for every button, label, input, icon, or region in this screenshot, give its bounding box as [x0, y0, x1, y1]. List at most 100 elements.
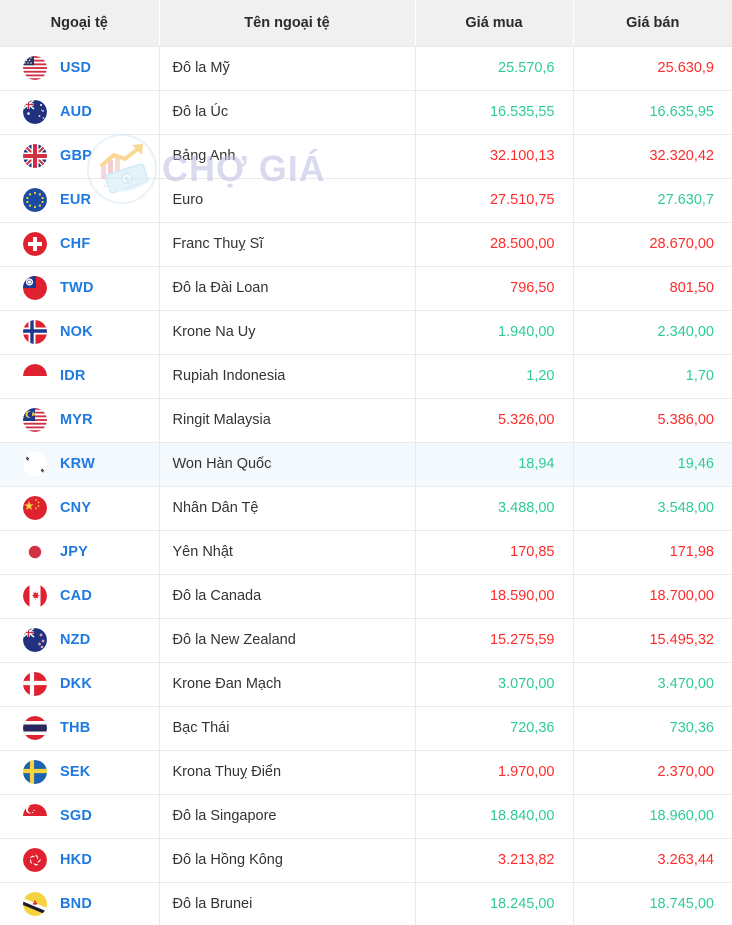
column-header-currency[interactable]: Ngoại tệ — [0, 0, 160, 47]
buy-price-cell: 25.570,6 — [415, 46, 574, 91]
buy-price-cell: 15.275,59 — [415, 618, 574, 663]
flag-kr-icon — [23, 452, 47, 476]
currency-name-cell: Ringit Malaysia — [159, 398, 416, 443]
currency-cell: NOK — [0, 310, 160, 355]
currency-cell: KRW — [0, 442, 160, 487]
currency-name-cell: Yên Nhật — [159, 530, 416, 575]
sell-price-cell: 171,98 — [573, 530, 732, 575]
currency-cell: GBP — [0, 134, 160, 179]
buy-price-cell: 1.940,00 — [415, 310, 574, 355]
buy-price-cell: 1.970,00 — [415, 750, 574, 795]
currency-name-cell: Franc Thuỵ Sĩ — [159, 222, 416, 267]
currency-cell: MYR — [0, 398, 160, 443]
flag-sg-icon — [23, 804, 47, 828]
table-row[interactable]: DKK Krone Đan Mạch 3.070,00 3.470,00 — [0, 662, 732, 707]
table-row[interactable]: HKD Đô la Hồng Kông 3.213,82 3.263,44 — [0, 838, 732, 883]
currency-code: CNY — [60, 500, 92, 516]
table-body: USD Đô la Mỹ 25.570,6 25.630,9 AUD Đô la Úc 1… — [0, 46, 732, 925]
buy-price-cell: 27.510,75 — [415, 178, 574, 223]
currency-name-cell: Krona Thuỵ Điển — [159, 750, 416, 795]
table-row[interactable]: KRW Won Hàn Quốc 18,94 19,46 — [0, 442, 732, 487]
table-row[interactable]: SEK Krona Thuỵ Điển 1.970,00 2.370,00 — [0, 750, 732, 795]
currency-cell: JPY — [0, 530, 160, 575]
buy-price-cell: 18.245,00 — [415, 882, 574, 925]
flag-no-icon — [23, 320, 47, 344]
sell-price-cell: 2.340,00 — [573, 310, 732, 355]
column-header-sell-price[interactable]: Giá bán — [573, 0, 732, 47]
table-row[interactable]: TWD Đô la Đài Loan 796,50 801,50 — [0, 266, 732, 311]
sell-price-cell: 18.745,00 — [573, 882, 732, 925]
table-row[interactable]: USD Đô la Mỹ 25.570,6 25.630,9 — [0, 46, 732, 91]
sell-price-cell: 5.386,00 — [573, 398, 732, 443]
currency-code: EUR — [60, 192, 92, 208]
flag-dk-icon — [23, 672, 47, 696]
table-row[interactable]: CAD Đô la Canada 18.590,00 18.700,00 — [0, 574, 732, 619]
buy-price-cell: 3.488,00 — [415, 486, 574, 531]
currency-cell: BND — [0, 882, 160, 925]
buy-price-cell: 28.500,00 — [415, 222, 574, 267]
buy-price-cell: 5.326,00 — [415, 398, 574, 443]
buy-price-cell: 18,94 — [415, 442, 574, 487]
flag-gb-icon — [23, 144, 47, 168]
sell-price-cell: 28.670,00 — [573, 222, 732, 267]
flag-us-icon — [23, 56, 47, 80]
currency-cell: THB — [0, 706, 160, 751]
currency-code: NZD — [60, 632, 91, 648]
currency-name-cell: Won Hàn Quốc — [159, 442, 416, 487]
sell-price-cell: 730,36 — [573, 706, 732, 751]
currency-name-cell: Đô la New Zealand — [159, 618, 416, 663]
table-row[interactable]: MYR Ringit Malaysia 5.326,00 5.386,00 — [0, 398, 732, 443]
table-header: Ngoại tệ Tên ngoại tệ Giá mua Giá bán — [0, 0, 732, 47]
sell-price-cell: 1,70 — [573, 354, 732, 399]
table-row[interactable]: AUD Đô la Úc 16.535,55 16.635,95 — [0, 90, 732, 135]
sell-price-cell: 27.630,7 — [573, 178, 732, 223]
table-row[interactable]: CHF Franc Thuỵ Sĩ 28.500,00 28.670,00 — [0, 222, 732, 267]
currency-code: BND — [60, 896, 93, 912]
flag-ca-icon — [23, 584, 47, 608]
buy-price-cell: 18.590,00 — [415, 574, 574, 619]
table-row[interactable]: GBP Bảng Anh 32.100,13 32.320,42 — [0, 134, 732, 179]
currency-code: KRW — [60, 456, 95, 472]
currency-name-cell: Đô la Canada — [159, 574, 416, 619]
sell-price-cell: 3.263,44 — [573, 838, 732, 883]
table-row[interactable]: NOK Krone Na Uy 1.940,00 2.340,00 — [0, 310, 732, 355]
currency-cell: AUD — [0, 90, 160, 135]
flag-id-icon — [23, 364, 47, 388]
currency-code: THB — [60, 720, 91, 736]
buy-price-cell: 18.840,00 — [415, 794, 574, 839]
sell-price-cell: 18.700,00 — [573, 574, 732, 619]
flag-eu-icon — [23, 188, 47, 212]
table-row[interactable]: THB Bạc Thái 720,36 730,36 — [0, 706, 732, 751]
currency-name-cell: Đô la Hồng Kông — [159, 838, 416, 883]
currency-code: GBP — [60, 148, 93, 164]
currency-cell: TWD — [0, 266, 160, 311]
currency-name-cell: Krone Na Uy — [159, 310, 416, 355]
currency-cell: DKK — [0, 662, 160, 707]
currency-name-cell: Rupiah Indonesia — [159, 354, 416, 399]
table-row[interactable]: JPY Yên Nhật 170,85 171,98 — [0, 530, 732, 575]
sell-price-cell: 32.320,42 — [573, 134, 732, 179]
currency-cell: NZD — [0, 618, 160, 663]
flag-th-icon — [23, 716, 47, 740]
table-row[interactable]: IDR Rupiah Indonesia 1,20 1,70 — [0, 354, 732, 399]
table-row[interactable]: CNY Nhân Dân Tệ 3.488,00 3.548,00 — [0, 486, 732, 531]
currency-code: CHF — [60, 236, 91, 252]
flag-hk-icon — [23, 848, 47, 872]
table-row[interactable]: EUR Euro 27.510,75 27.630,7 — [0, 178, 732, 223]
currency-name-cell: Đô la Brunei — [159, 882, 416, 925]
currency-name-cell: Đô la Singapore — [159, 794, 416, 839]
currency-code: TWD — [60, 280, 94, 296]
currency-cell: EUR — [0, 178, 160, 223]
currency-code: HKD — [60, 852, 93, 868]
table-row[interactable]: NZD Đô la New Zealand 15.275,59 15.495,32 — [0, 618, 732, 663]
table-row[interactable]: BND Đô la Brunei 18.245,00 18.745,00 — [0, 882, 732, 925]
currency-name-cell: Krone Đan Mạch — [159, 662, 416, 707]
exchange-rate-table: Ngoại tệ Tên ngoại tệ Giá mua Giá bán US… — [0, 0, 732, 925]
currency-code: JPY — [60, 544, 89, 560]
table-row[interactable]: SGD Đô la Singapore 18.840,00 18.960,00 — [0, 794, 732, 839]
flag-ch-icon — [23, 232, 47, 256]
column-header-buy-price[interactable]: Giá mua — [415, 0, 574, 47]
sell-price-cell: 3.470,00 — [573, 662, 732, 707]
flag-au-icon — [23, 100, 47, 124]
column-header-currency-name[interactable]: Tên ngoại tệ — [159, 0, 416, 47]
